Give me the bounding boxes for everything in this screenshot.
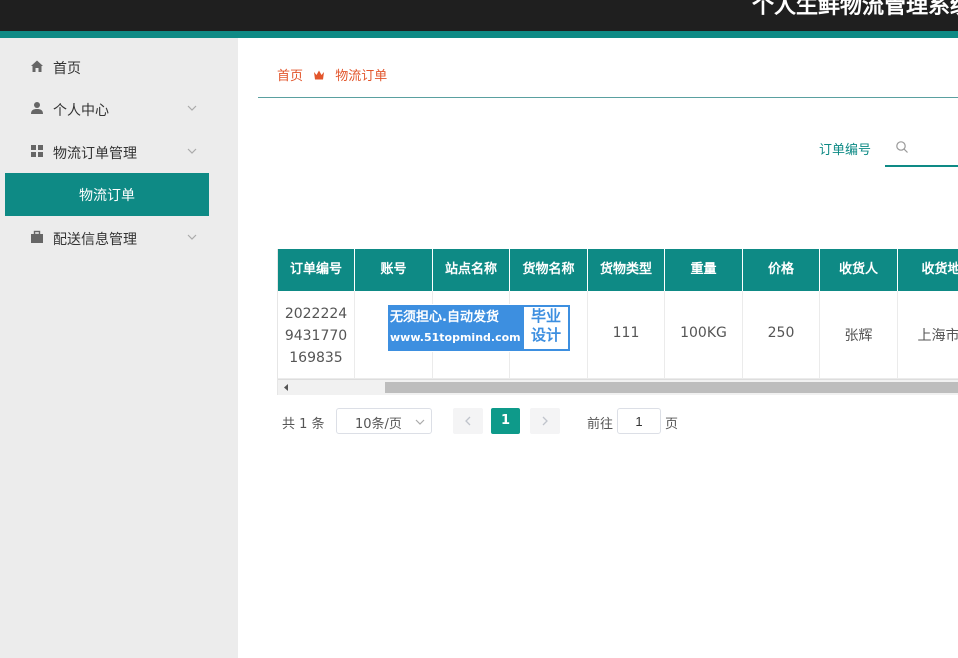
- app-title: 个人生鲜物流管理系统: [752, 0, 958, 19]
- chevron-down-icon: [415, 419, 425, 425]
- pagination-total: 共 1 条: [282, 417, 325, 432]
- table-row[interactable]: 20222249431770169835 111 100KG 250 张辉 上海…: [278, 291, 958, 379]
- chevron-down-icon: [187, 234, 197, 240]
- scrollbar-thumb[interactable]: [385, 382, 958, 393]
- sidebar-item-label: 物流订单管理: [53, 146, 137, 162]
- table-cell-receiver: 张辉: [820, 291, 898, 379]
- breadcrumb: 首页 物流订单: [277, 65, 387, 84]
- page-size-select[interactable]: 10条/页: [336, 408, 432, 434]
- column-header-receiver[interactable]: 收货人: [820, 249, 898, 291]
- table-cell-goods-type: 111: [588, 291, 665, 379]
- crown-icon: [314, 70, 325, 79]
- column-header-order-number[interactable]: 订单编号: [278, 249, 355, 291]
- sidebar-item-profile[interactable]: 个人中心: [0, 88, 238, 130]
- sidebar-item-label: 首页: [53, 61, 81, 77]
- breadcrumb-current: 物流订单: [335, 69, 388, 84]
- horizontal-scrollbar[interactable]: [278, 379, 958, 395]
- chevron-down-icon: [187, 148, 197, 154]
- column-header-goods-name[interactable]: 货物名称: [510, 249, 588, 291]
- search-field[interactable]: [885, 130, 958, 167]
- search-input[interactable]: [915, 136, 958, 160]
- column-header-receiver-address[interactable]: 收货地址: [898, 249, 958, 291]
- goto-page-input[interactable]: [617, 408, 661, 434]
- goto-label: 前往: [587, 417, 614, 432]
- order-table: 订单编号 账号 站点名称 货物名称 货物类型 重量 价格 收货人 收货地址 20…: [277, 249, 958, 395]
- briefcase-icon: [31, 230, 43, 243]
- prev-page-button[interactable]: [453, 408, 483, 434]
- sidebar-subitem-label: 物流订单: [79, 188, 135, 204]
- table-cell-receiver-address: 上海市: [898, 291, 958, 379]
- breadcrumb-home-link[interactable]: 首页: [277, 69, 303, 84]
- home-icon: [31, 60, 43, 72]
- column-header-goods-type[interactable]: 货物类型: [588, 249, 665, 291]
- top-bar: 个人生鲜物流管理系统: [0, 0, 958, 31]
- grid-icon: [31, 145, 43, 157]
- user-icon: [31, 102, 43, 114]
- table-cell-weight: 100KG: [665, 291, 743, 379]
- chevron-left-icon: [465, 416, 471, 426]
- table-cell-price: 250: [743, 291, 820, 379]
- next-page-button[interactable]: [530, 408, 560, 434]
- chevron-right-icon: [542, 416, 548, 426]
- sidebar-item-label: 个人中心: [53, 103, 109, 119]
- column-header-price[interactable]: 价格: [743, 249, 820, 291]
- table-header: 订单编号 账号 站点名称 货物名称 货物类型 重量 价格 收货人 收货地址: [278, 249, 958, 291]
- column-header-account[interactable]: 账号: [355, 249, 433, 291]
- sidebar-item-label: 配送信息管理: [53, 232, 137, 248]
- column-header-weight[interactable]: 重量: [665, 249, 743, 291]
- watermark-url: www.51topmind.com: [390, 331, 521, 344]
- table-cell-order-number: 20222249431770169835: [278, 291, 355, 379]
- search-icon: [896, 141, 908, 153]
- sidebar-item-delivery-management[interactable]: 配送信息管理: [0, 217, 238, 259]
- sidebar-item-order-management[interactable]: 物流订单管理: [0, 131, 238, 173]
- watermark-tag: 毕业 设计: [524, 307, 568, 349]
- page-number-current[interactable]: 1: [491, 408, 520, 434]
- scroll-left-icon[interactable]: [281, 382, 291, 393]
- watermark-text: 无须担心.自动发货: [390, 310, 499, 325]
- sidebar-item-home[interactable]: 首页: [0, 46, 238, 88]
- sidebar-subitem-logistics-order[interactable]: 物流订单: [5, 173, 209, 216]
- watermark-badge: 无须担心.自动发货 www.51topmind.com 毕业 设计: [387, 304, 571, 352]
- chevron-down-icon: [187, 105, 197, 111]
- top-accent-line: [0, 31, 958, 38]
- page-suffix-label: 页: [665, 417, 679, 432]
- breadcrumb-divider: [258, 97, 958, 98]
- sidebar: 首页 个人中心 物流订单管理 物流订单 配送信息管理: [0, 38, 238, 658]
- column-header-station-name[interactable]: 站点名称: [433, 249, 510, 291]
- search-label: 订单编号: [819, 143, 872, 158]
